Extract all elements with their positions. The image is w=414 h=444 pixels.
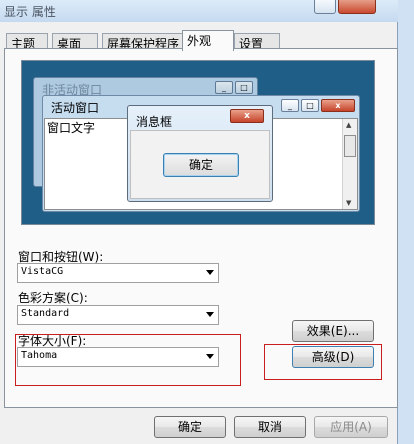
message-box-preview: 消息框 x 确定 — [127, 105, 273, 202]
color-scheme-label: 色彩方案(C): — [18, 291, 88, 305]
inactive-window-buttons: _ □ — [215, 81, 253, 95]
windows-buttons-value: VistaCG — [21, 266, 64, 277]
minimize-button[interactable] — [314, 0, 336, 14]
window-title: 显示 属性 — [4, 5, 56, 19]
message-box-ok-sample: 确定 — [163, 153, 239, 177]
close-icon: x — [230, 109, 264, 123]
window-text-sample: 窗口文字 — [47, 121, 96, 135]
annotation-box-advanced — [264, 344, 382, 380]
close-button[interactable] — [338, 0, 376, 14]
appearance-panel: 非活动窗口 _ □ 活动窗口 _ □ x 窗口文字 ▲ ▼ 消息框 x 确定 窗… — [4, 48, 398, 408]
scroll-up-icon: ▲ — [346, 121, 352, 129]
scroll-thumb — [344, 135, 356, 157]
chevron-down-icon — [206, 312, 214, 317]
annotation-box-font — [15, 334, 241, 386]
color-scheme-select[interactable]: Standard — [17, 305, 219, 325]
windows-buttons-select[interactable]: VistaCG — [17, 263, 219, 283]
chevron-down-icon — [206, 270, 214, 275]
effects-button[interactable]: 效果(E)... — [292, 320, 374, 342]
message-box-body: 确定 — [130, 130, 270, 199]
tab-appearance[interactable]: 外观 — [182, 30, 234, 51]
minimize-icon: _ — [281, 99, 299, 112]
appearance-preview: 非活动窗口 _ □ 活动窗口 _ □ x 窗口文字 ▲ ▼ 消息框 x 确定 — [21, 60, 375, 225]
scroll-down-icon: ▼ — [346, 199, 352, 207]
active-window-buttons: _ □ x — [281, 99, 355, 113]
maximize-icon: □ — [301, 99, 319, 112]
maximize-icon: □ — [235, 81, 253, 94]
title-bar[interactable]: 显示 属性 — [0, 0, 398, 22]
display-properties-window: 显示 属性 主题 桌面 屏幕保护程序 外观 设置 非活动窗口 _ □ 活动窗口 … — [0, 0, 398, 444]
apply-button[interactable]: 应用(A) — [314, 416, 388, 438]
close-icon: x — [321, 99, 355, 112]
cancel-button[interactable]: 取消 — [234, 416, 306, 438]
message-box-title: 消息框 — [136, 115, 173, 129]
active-window-title: 活动窗口 — [51, 101, 100, 115]
minimize-icon: _ — [215, 81, 233, 94]
ok-button[interactable]: 确定 — [154, 416, 226, 438]
color-scheme-value: Standard — [21, 308, 70, 319]
preview-scrollbar: ▲ ▼ — [342, 119, 357, 209]
